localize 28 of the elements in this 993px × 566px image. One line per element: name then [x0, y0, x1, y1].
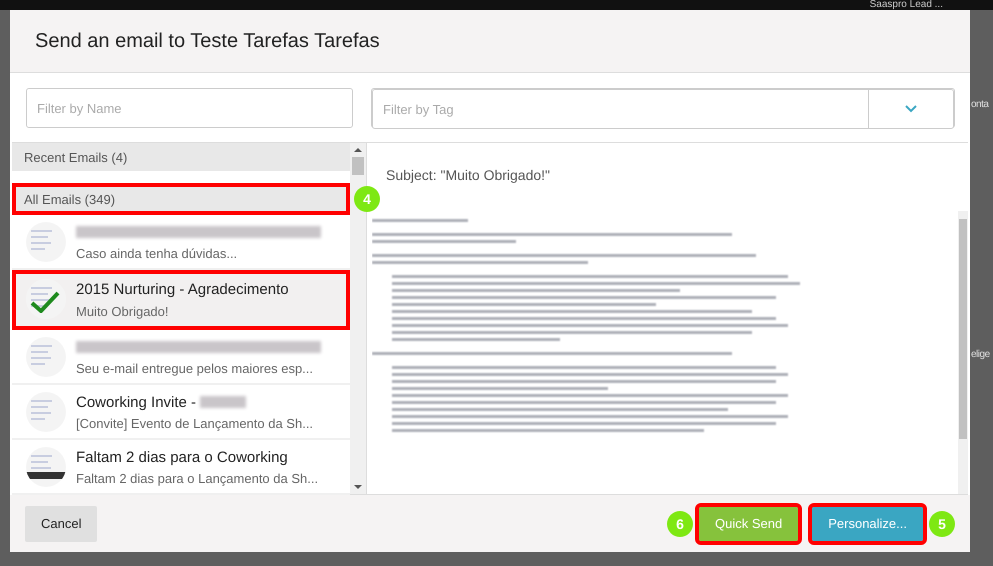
callout-number: 5: [929, 510, 955, 536]
email-subtitle: Muito Obrigado!: [76, 304, 170, 318]
email-title: 2015 Nurturing - Agradecimento: [76, 281, 289, 298]
background-text: elige: [971, 349, 990, 360]
scrollbar[interactable]: [958, 211, 968, 494]
dropdown-button[interactable]: [868, 89, 954, 129]
email-subtitle: Caso ainda tenha dúvidas...: [76, 246, 238, 261]
email-subtitle: Faltam 2 dias para o Lançamento da Sh...: [76, 471, 318, 486]
checkmark-icon: [30, 291, 60, 313]
email-thumbnail: [26, 222, 66, 262]
email-thumbnail: [26, 392, 66, 432]
email-thumbnail: [26, 336, 66, 376]
email-title: Coworking Invite -: [76, 394, 196, 410]
chevron-down-icon: [905, 105, 917, 113]
email-title: Faltam 2 dias para o Coworking: [76, 448, 288, 466]
section-header[interactable]: Recent Emails (4): [12, 143, 350, 171]
tag-filter-field[interactable]: Filter by Tag: [372, 89, 868, 129]
background-text: onta: [971, 99, 988, 110]
email-thumbnail: [26, 446, 66, 486]
name-filter-field[interactable]: Filter by Name: [26, 88, 353, 128]
callout-number: 6: [667, 510, 694, 536]
email-template-item[interactable]: 2015 Nurturing - Agradecimento Muito Obrigado!: [12, 270, 350, 330]
email-subtitle: [Convite] Evento de Lançamento da Sh...: [76, 416, 314, 431]
dialog-title: Send an email to Teste Tarefas Tarefas: [35, 30, 380, 52]
email-subtitle: Seu e-mail entregue pelos maiores esp...: [76, 361, 314, 376]
account-name[interactable]: Saaspro Lead ...: [870, 0, 943, 10]
callout-number: 4: [354, 186, 380, 212]
cancel-button[interactable]: Cancel: [25, 506, 98, 542]
